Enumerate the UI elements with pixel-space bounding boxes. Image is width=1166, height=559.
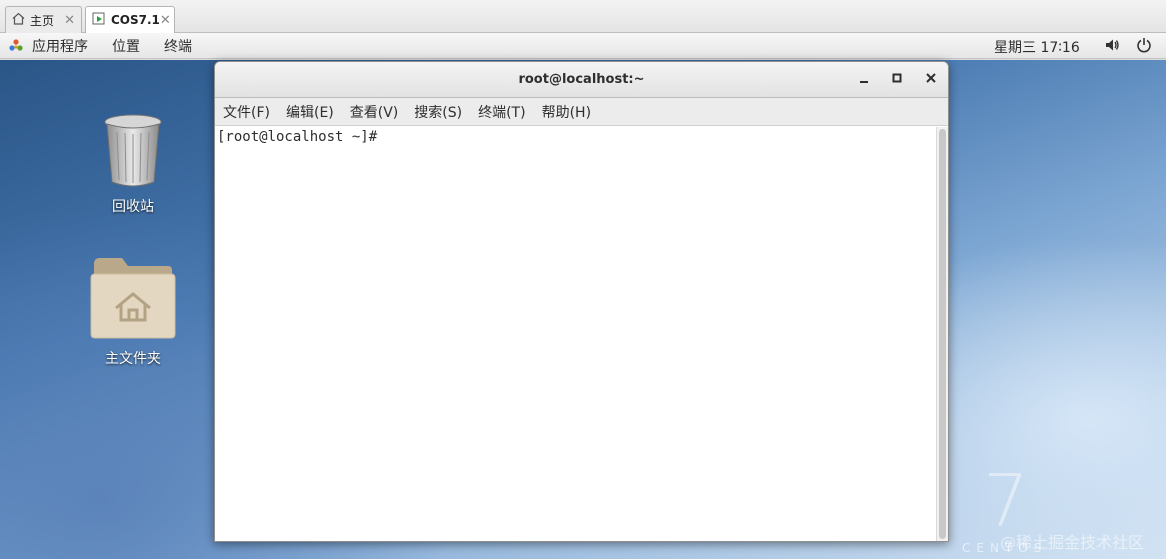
menu-search[interactable]: 搜索(S) (414, 102, 462, 122)
shell-prompt: [root@localhost ~]# (217, 129, 386, 145)
menu-edit[interactable]: 编辑(E) (286, 102, 334, 122)
watermark: @稀土掘金技术社区 (1000, 533, 1145, 552)
applications-icon[interactable] (8, 38, 24, 54)
vm-play-icon (92, 12, 106, 28)
maximize-button[interactable] (887, 70, 907, 90)
menu-terminal[interactable]: 终端 (164, 36, 192, 56)
menu-places[interactable]: 位置 (112, 36, 140, 56)
gnome-top-bar: 应用程序 位置 终端 星期三 17∶16 (0, 33, 1166, 59)
desktop-icon-label: 主文件夹 (105, 351, 161, 367)
centos-version-mark: 7 (983, 459, 1029, 543)
home-icon (12, 12, 25, 28)
vm-tab-bar: 主页 ✕ COS7.1 ✕ (0, 0, 1166, 33)
menu-terminal[interactable]: 终端(T) (478, 102, 525, 122)
vm-tab-label: 主页 (30, 13, 55, 28)
volume-icon[interactable] (1104, 37, 1120, 57)
vm-tab-home[interactable]: 主页 ✕ (5, 6, 82, 33)
maximize-icon (892, 73, 902, 83)
home-folder-icon (90, 258, 176, 344)
window-titlebar[interactable]: root@localhost:~ (215, 62, 948, 98)
desktop-icon-label: 回收站 (112, 199, 154, 215)
text-cursor (385, 129, 394, 145)
close-icon[interactable]: ✕ (64, 13, 75, 28)
menu-applications[interactable]: 应用程序 (32, 36, 88, 56)
minimize-button[interactable] (854, 70, 874, 90)
menu-view[interactable]: 查看(V) (350, 102, 399, 122)
power-icon[interactable] (1136, 37, 1152, 57)
terminal-menubar: 文件(F) 编辑(E) 查看(V) 搜索(S) 终端(T) 帮助(H) (215, 98, 948, 126)
minimize-icon (860, 81, 868, 83)
trash-icon (101, 114, 165, 192)
scrollbar-thumb[interactable] (939, 129, 946, 539)
close-icon[interactable]: ✕ (160, 13, 171, 28)
window-title: root@localhost:~ (518, 72, 645, 87)
desktop-trash[interactable]: 回收站 (78, 112, 188, 216)
close-icon (926, 73, 936, 83)
close-button[interactable] (921, 70, 941, 90)
vm-tab-label: COS7.1 (111, 13, 160, 27)
desktop-home-folder[interactable]: 主文件夹 (78, 256, 188, 368)
vm-tab-cos71[interactable]: COS7.1 ✕ (85, 6, 175, 33)
menu-file[interactable]: 文件(F) (223, 102, 270, 122)
menu-help[interactable]: 帮助(H) (542, 102, 591, 122)
terminal-output[interactable]: [root@localhost ~]# (215, 127, 936, 541)
clock[interactable]: 星期三 17∶16 (994, 37, 1080, 57)
terminal-window: root@localhost:~ 文件(F) 编辑(E) 查看(V) 搜索(S)… (214, 61, 949, 542)
